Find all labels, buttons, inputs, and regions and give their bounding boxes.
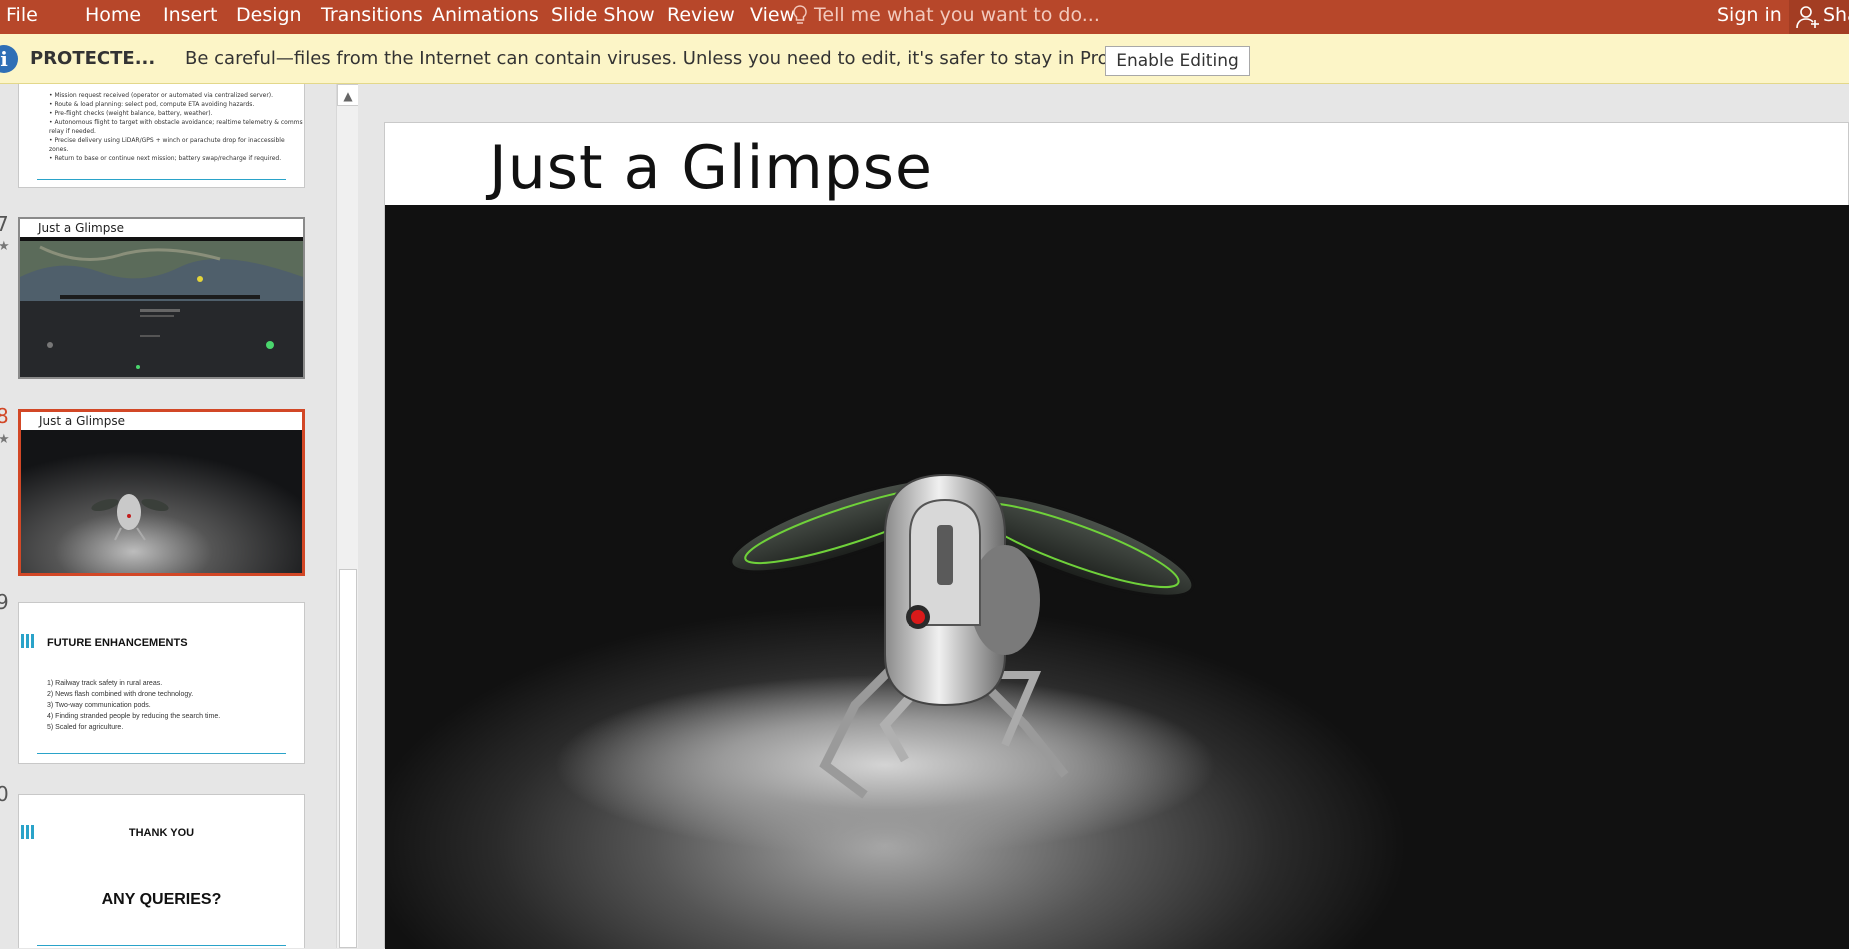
tab-slide-show[interactable]: Slide Show	[551, 0, 655, 34]
tab-file[interactable]: File	[6, 0, 38, 34]
enable-editing-button[interactable]: Enable Editing	[1105, 46, 1250, 76]
slide-10-rule	[37, 945, 286, 946]
slide-9-item: 1) Railway track safety in rural areas.	[47, 680, 163, 687]
slide-number-8: 8	[0, 404, 9, 428]
slide-number-9: 9	[0, 590, 9, 614]
animation-star-icon: ★	[0, 239, 10, 254]
slide-9-rule	[37, 753, 286, 754]
slide-thumbnail-6[interactable]: Mission request received (operator or au…	[18, 84, 305, 188]
slide-thumbnail-panel[interactable]: Mission request received (operator or au…	[0, 84, 336, 948]
slide-number-7: 7	[0, 212, 9, 236]
map-screenshot-image	[20, 237, 303, 377]
info-icon: i	[0, 45, 18, 73]
tab-transitions[interactable]: Transitions	[321, 0, 423, 34]
scrollbar-thumb[interactable]	[339, 569, 357, 948]
slide-6-bullet: Pre-flight checks (weight balance, batte…	[49, 109, 304, 118]
slide-9-item: 4) Finding stranded people by reducing t…	[47, 713, 221, 720]
slide-8-title: Just a Glimpse	[39, 414, 125, 428]
slide-9-item: 5) Scaled for agriculture.	[47, 724, 124, 731]
current-slide[interactable]: Just a Glimpse	[384, 122, 1849, 949]
share-label: Sha	[1823, 4, 1849, 26]
protected-view-bar: i PROTECTE... Be careful—files from the …	[0, 34, 1849, 84]
slide-thumbnail-9[interactable]: FUTURE ENHANCEMENTS 1) Railway track saf…	[18, 602, 305, 764]
tab-insert[interactable]: Insert	[163, 0, 218, 34]
slide-10-title: THANK YOU	[128, 827, 195, 839]
tab-review[interactable]: Review	[667, 0, 735, 34]
slide-thumbnail-10[interactable]: THANK YOU ANY QUERIES?	[18, 794, 305, 948]
slide-thumbnail-7[interactable]: Just a Glimpse	[18, 217, 305, 379]
slide-6-bullet: Precise delivery using LiDAR/GPS + winch…	[49, 136, 304, 154]
drone-thumbnail-image	[21, 430, 302, 573]
lightbulb-icon	[793, 5, 807, 24]
slide-10-subtitle: ANY QUERIES?	[101, 891, 222, 908]
tell-me-box[interactable]: Tell me what you want to do...	[793, 0, 1100, 34]
scroll-up-arrow-icon[interactable]: ▲	[337, 84, 359, 106]
slide-6-bullet: Mission request received (operator or au…	[49, 91, 304, 100]
tab-home[interactable]: Home	[85, 0, 141, 34]
tell-me-text: Tell me what you want to do...	[814, 4, 1100, 26]
tab-view[interactable]: View	[750, 0, 795, 34]
slide-7-title: Just a Glimpse	[38, 221, 124, 235]
slide-thumbnail-8[interactable]: Just a Glimpse	[18, 409, 305, 576]
slide-drone-image[interactable]	[385, 205, 1849, 949]
ribbon-tab-bar: File Home Insert Design Transitions Anim…	[0, 0, 1849, 34]
slide-6-rule	[37, 179, 286, 180]
slide-9-item: 2) News flash combined with drone techno…	[47, 691, 194, 698]
slide-6-bullet: Route & load planning: select pod, compu…	[49, 100, 304, 109]
accent-bars-icon	[21, 634, 35, 648]
thumbnail-scrollbar[interactable]: ▲	[336, 84, 359, 948]
slide-9-title: FUTURE ENHANCEMENTS	[47, 637, 188, 649]
drone-robot-image	[555, 473, 1215, 855]
slide-number-10: 0	[0, 782, 9, 806]
sign-in-link[interactable]: Sign in	[1717, 0, 1782, 30]
animation-star-icon: ★	[0, 432, 10, 447]
share-button[interactable]: Sha	[1789, 0, 1849, 34]
tab-design[interactable]: Design	[236, 0, 302, 34]
protected-view-message: Be careful—files from the Internet can c…	[185, 48, 1219, 69]
slide-6-bullet: Autonomous flight to target with obstacl…	[49, 118, 304, 136]
slide-editor: Just a Glimpse	[358, 84, 1849, 949]
slide-9-item: 3) Two-way communication pods.	[47, 702, 151, 709]
slide-9-list: 1) Railway track safety in rural areas. …	[47, 678, 220, 733]
slide-6-bullets: Mission request received (operator or au…	[49, 91, 304, 163]
slide-6-bullet: Return to base or continue next mission;…	[49, 154, 304, 163]
slide-title[interactable]: Just a Glimpse	[489, 133, 933, 203]
protected-view-title: PROTECTE...	[30, 48, 156, 69]
tab-animations[interactable]: Animations	[432, 0, 539, 34]
add-person-icon	[1796, 6, 1819, 29]
